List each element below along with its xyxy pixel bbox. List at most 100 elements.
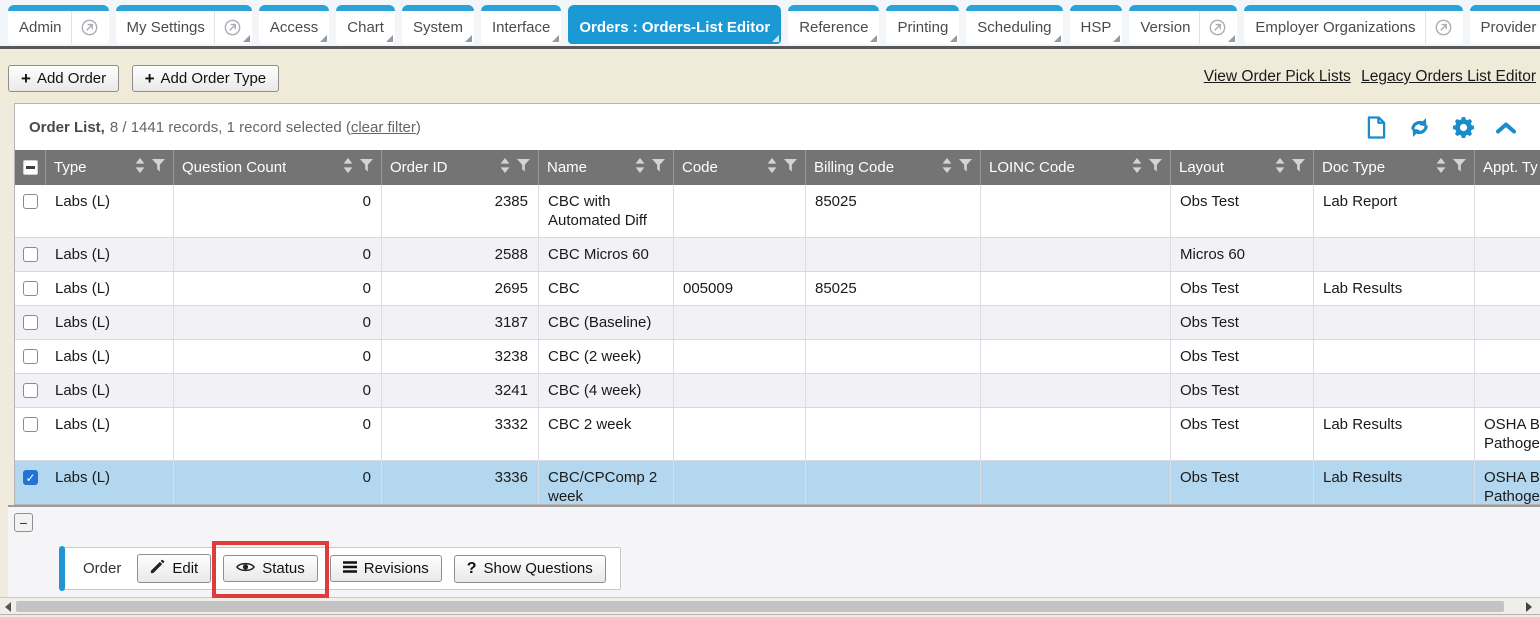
add-order-button[interactable]: + Add Order: [8, 65, 119, 92]
order-row-3332[interactable]: Labs (L)03332CBC 2 weekObs TestLab Resul…: [15, 408, 1540, 461]
tab-access[interactable]: Access: [259, 5, 329, 44]
tab-version[interactable]: Version: [1129, 5, 1237, 44]
row-checkbox[interactable]: [23, 247, 38, 262]
column-header-code[interactable]: Code: [674, 150, 806, 185]
row-checkbox[interactable]: [23, 281, 38, 296]
filter-icon[interactable]: [959, 159, 972, 176]
horizontal-scrollbar[interactable]: [0, 597, 1540, 615]
collapse-chevron-icon[interactable]: [1496, 121, 1516, 134]
status-button[interactable]: Status: [223, 555, 318, 582]
tab-provider-management[interactable]: Provider Management: [1470, 5, 1540, 44]
cell-layout: Obs Test: [1171, 272, 1314, 305]
row-checkbox[interactable]: [23, 349, 38, 364]
column-header-question-count[interactable]: Question Count: [174, 150, 382, 185]
order-row-3187[interactable]: Labs (L)03187CBC (Baseline)Obs Test: [15, 306, 1540, 340]
select-all-checkbox[interactable]: [23, 160, 38, 175]
sort-icon[interactable]: [1436, 158, 1446, 177]
filter-icon[interactable]: [1292, 159, 1305, 176]
column-header-loinc-code[interactable]: LOINC Code: [981, 150, 1171, 185]
filter-icon[interactable]: [1149, 159, 1162, 176]
column-header-order-id[interactable]: Order ID: [382, 150, 539, 185]
cell-doc-type: Lab Results: [1314, 408, 1475, 460]
tab-label: Chart: [347, 19, 384, 36]
sort-icon[interactable]: [1275, 158, 1285, 177]
show-questions-button-wrap: ?Show Questions: [454, 555, 606, 583]
column-header-appt-ty[interactable]: Appt. Ty: [1475, 150, 1540, 185]
order-row-3336[interactable]: ✓Labs (L)03336CBC/CPComp 2 weekObs TestL…: [15, 461, 1540, 505]
tab-chart[interactable]: Chart: [336, 5, 395, 44]
column-header-name[interactable]: Name: [539, 150, 674, 185]
filter-icon[interactable]: [652, 159, 665, 176]
column-header-icons: [629, 158, 665, 177]
sort-icon[interactable]: [500, 158, 510, 177]
cell-billing-code: [806, 374, 981, 407]
cell-doc-type: Lab Results: [1314, 461, 1475, 505]
sort-icon[interactable]: [135, 158, 145, 177]
order-row-2695[interactable]: Labs (L)02695CBC00500985025Obs TestLab R…: [15, 272, 1540, 306]
edit-button[interactable]: Edit: [137, 554, 211, 583]
column-header-label: Type: [54, 159, 87, 176]
scrollbar-thumb[interactable]: [16, 601, 1504, 612]
tab-admin[interactable]: Admin: [8, 5, 109, 44]
tab-scheduling[interactable]: Scheduling: [966, 5, 1062, 44]
column-header-icons: [337, 158, 373, 177]
gear-icon[interactable]: [1453, 117, 1474, 138]
column-header-type[interactable]: Type: [46, 150, 174, 185]
tab-interface[interactable]: Interface: [481, 5, 561, 44]
order-row-3241[interactable]: Labs (L)03241CBC (4 week)Obs Test: [15, 374, 1540, 408]
tab-reference[interactable]: Reference: [788, 5, 879, 44]
sort-icon[interactable]: [635, 158, 645, 177]
scroll-left-arrow-icon[interactable]: [5, 602, 11, 612]
cell-layout: Obs Test: [1171, 408, 1314, 460]
filter-icon[interactable]: [1453, 159, 1466, 176]
filter-icon[interactable]: [360, 159, 373, 176]
sort-icon[interactable]: [942, 158, 952, 177]
panel-label: Order: [83, 560, 121, 577]
add-order-type-button[interactable]: + Add Order Type: [132, 65, 280, 92]
cell-loinc-code: [981, 374, 1171, 407]
tab-orders-orders-list-editor[interactable]: Orders : Orders-List Editor: [568, 5, 781, 44]
row-checkbox[interactable]: [23, 315, 38, 330]
sort-icon[interactable]: [1132, 158, 1142, 177]
orders-list-editor-screen: AdminMy SettingsAccess Chart System Interfa…: [0, 0, 1540, 617]
tab-label: Interface: [492, 19, 550, 36]
tab-system[interactable]: System: [402, 5, 474, 44]
refresh-icon[interactable]: [1408, 117, 1431, 138]
column-header-layout[interactable]: Layout: [1171, 150, 1314, 185]
column-header-icons: [1269, 158, 1305, 177]
new-document-icon[interactable]: [1367, 116, 1386, 139]
cell-billing-code: [806, 306, 981, 339]
tab-printing[interactable]: Printing: [886, 5, 959, 44]
clear-filter-link[interactable]: clear filter: [351, 119, 416, 136]
row-checkbox[interactable]: [23, 417, 38, 432]
tab-divider: [1425, 11, 1426, 44]
collapse-row-button[interactable]: −: [14, 513, 33, 532]
tab-employer-organizations[interactable]: Employer Organizations: [1244, 5, 1462, 44]
filter-icon[interactable]: [517, 159, 530, 176]
sort-icon[interactable]: [343, 158, 353, 177]
tab-hsp[interactable]: HSP: [1070, 5, 1123, 44]
toolbar: + Add Order + Add Order Type View Order …: [0, 52, 1540, 103]
row-checkbox[interactable]: ✓: [23, 470, 38, 485]
legacy-orders-list-editor-link[interactable]: Legacy Orders List Editor: [1361, 68, 1536, 85]
tab-my-settings[interactable]: My Settings: [116, 5, 252, 44]
view-order-pick-lists-link[interactable]: View Order Pick Lists: [1204, 68, 1351, 85]
row-checkbox[interactable]: [23, 383, 38, 398]
tab-label: Reference: [799, 19, 868, 36]
revisions-button[interactable]: Revisions: [330, 555, 442, 582]
sort-icon[interactable]: [767, 158, 777, 177]
order-row-2588[interactable]: Labs (L)02588CBC Micros 60Micros 60: [15, 238, 1540, 272]
row-checkbox-cell: ✓: [15, 461, 46, 505]
show-questions-button[interactable]: ?Show Questions: [454, 555, 606, 583]
row-checkbox[interactable]: [23, 194, 38, 209]
column-header-doc-type[interactable]: Doc Type: [1314, 150, 1475, 185]
external-link-icon: [81, 19, 98, 36]
order-row-3238[interactable]: Labs (L)03238CBC (2 week)Obs Test: [15, 340, 1540, 374]
filter-icon[interactable]: [784, 159, 797, 176]
column-header-billing-code[interactable]: Billing Code: [806, 150, 981, 185]
filter-icon[interactable]: [152, 159, 165, 176]
order-row-2385[interactable]: Labs (L)02385CBC with Automated Diff8502…: [15, 185, 1540, 238]
tab-divider: [1199, 11, 1200, 44]
scroll-right-arrow-icon[interactable]: [1526, 602, 1532, 612]
cell-code: [674, 306, 806, 339]
